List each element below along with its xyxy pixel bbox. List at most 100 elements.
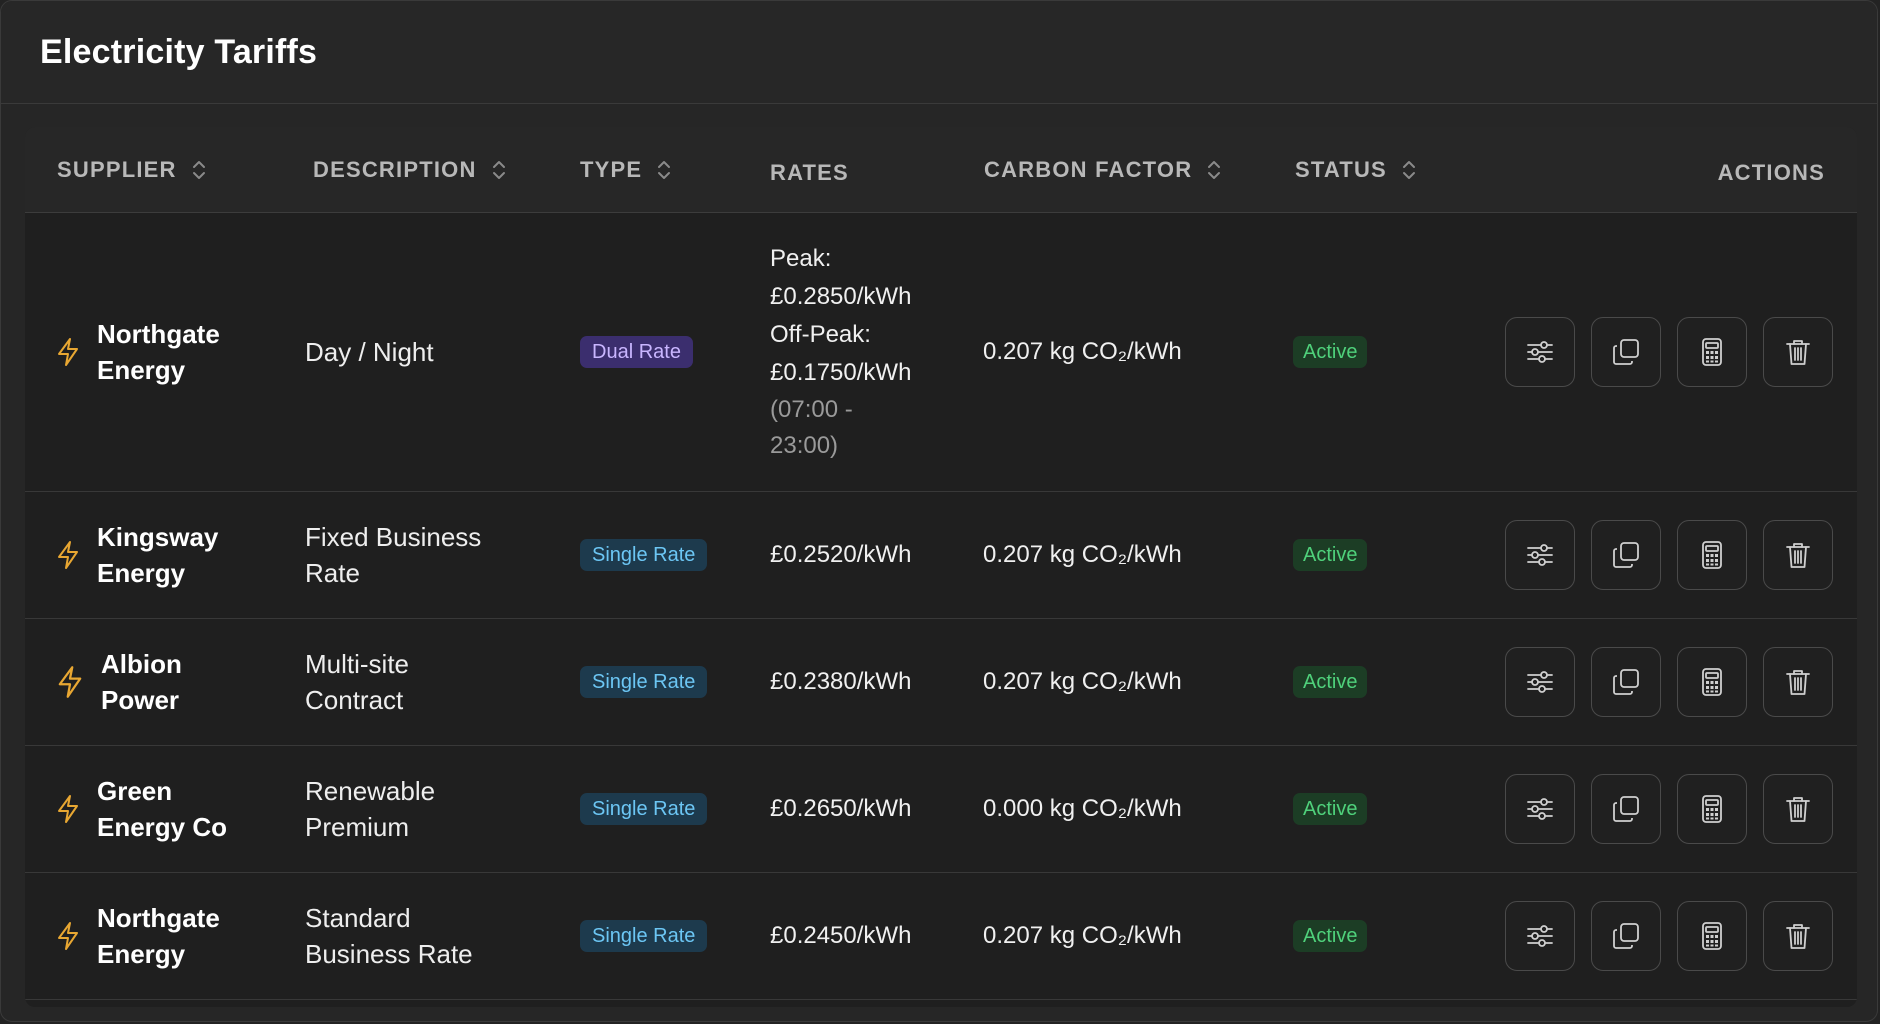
delete-button[interactable] — [1763, 317, 1833, 387]
sort-icon[interactable] — [1206, 158, 1222, 182]
calculator-icon — [1702, 795, 1722, 823]
status-badge: Active — [1293, 666, 1368, 698]
calculate-button[interactable] — [1677, 647, 1747, 717]
adjust-button[interactable] — [1505, 647, 1575, 717]
table-row: Northgate Energy Day / Night Dual Rate P… — [25, 213, 1857, 492]
duplicate-button[interactable] — [1591, 647, 1661, 717]
status-badge: Active — [1293, 793, 1368, 825]
supplier-name: Northgate Energy — [97, 319, 220, 385]
sort-icon[interactable] — [191, 158, 207, 182]
duplicate-button[interactable] — [1591, 317, 1661, 387]
supplier-cell: Northgate Energy — [55, 873, 220, 999]
column-label: STATUS — [1295, 156, 1387, 182]
page-title: Electricity Tariffs — [40, 32, 318, 71]
supplier-name: Kingsway Energy — [97, 522, 219, 588]
type-badge: Single Rate — [580, 666, 708, 698]
adjust-button[interactable] — [1505, 317, 1575, 387]
status-cell: Active — [1293, 746, 1368, 872]
status-cell: Active — [1293, 619, 1368, 745]
tariffs-panel: Electricity Tariffs SUPPLIER DESCRIPTION… — [0, 0, 1878, 1022]
row-actions — [1505, 619, 1833, 745]
sliders-icon — [1527, 341, 1553, 363]
status-cell: Active — [1293, 873, 1368, 999]
column-label: CARBON FACTOR — [984, 156, 1193, 182]
type-badge: Single Rate — [580, 539, 708, 571]
column-header-status[interactable]: STATUS — [1295, 127, 1417, 212]
sliders-icon — [1527, 798, 1553, 820]
type-cell: Single Rate — [580, 492, 708, 618]
description-text: Multi-site — [305, 649, 410, 679]
calculator-icon — [1702, 922, 1722, 950]
delete-button[interactable] — [1763, 647, 1833, 717]
duplicate-button[interactable] — [1591, 520, 1661, 590]
unit-rate: £0.2380/kWh — [770, 668, 912, 695]
copy-icon — [1613, 339, 1639, 365]
rates-cell: £0.2380/kWh — [770, 619, 911, 745]
adjust-button[interactable] — [1505, 520, 1575, 590]
peak-rate: £0.2850/kWh — [770, 283, 912, 310]
carbon-factor: 0.207 kg CO₂/kWh — [983, 541, 1182, 568]
table-row: Albion Power Multi-site Contract Single … — [25, 619, 1857, 746]
column-header-actions: ACTIONS — [1718, 130, 1825, 215]
rates-cell: £0.2450/kWh — [770, 873, 911, 999]
carbon-factor: 0.207 kg CO₂/kWh — [983, 668, 1182, 695]
duplicate-button[interactable] — [1591, 774, 1661, 844]
sort-icon[interactable] — [656, 158, 672, 182]
peak-hours: (07:00 - — [770, 396, 853, 423]
column-label: SUPPLIER — [57, 156, 177, 182]
supplier-cell: Green Energy Co — [55, 746, 227, 872]
sliders-icon — [1527, 671, 1553, 693]
panel-header: Electricity Tariffs — [1, 1, 1877, 104]
status-badge: Active — [1293, 336, 1368, 368]
trash-icon — [1786, 670, 1810, 695]
adjust-button[interactable] — [1505, 774, 1575, 844]
copy-icon — [1613, 796, 1639, 822]
delete-button[interactable] — [1763, 901, 1833, 971]
calculate-button[interactable] — [1677, 774, 1747, 844]
calculate-button[interactable] — [1677, 520, 1747, 590]
column-header-carbon-factor[interactable]: CARBON FACTOR — [984, 127, 1222, 212]
calculate-button[interactable] — [1677, 317, 1747, 387]
table-row: Northgate Energy Standard Business Rate … — [25, 873, 1857, 1000]
column-header-description[interactable]: DESCRIPTION — [313, 127, 507, 212]
column-label: TYPE — [580, 156, 643, 182]
delete-button[interactable] — [1763, 774, 1833, 844]
type-cell: Single Rate — [580, 873, 708, 999]
type-badge: Single Rate — [580, 920, 708, 952]
carbon-cell: 0.207 kg CO₂/kWh — [983, 619, 1182, 745]
peak-hours-end: 23:00) — [770, 432, 839, 459]
column-header-supplier[interactable]: SUPPLIER — [57, 127, 207, 212]
calculate-button[interactable] — [1677, 901, 1747, 971]
description-cell: Day / Night — [305, 213, 434, 491]
calculator-icon — [1702, 541, 1722, 569]
description-cell: Multi-site Contract — [305, 619, 409, 745]
unit-rate: £0.2650/kWh — [770, 795, 912, 822]
type-badge: Dual Rate — [580, 336, 693, 368]
adjust-button[interactable] — [1505, 901, 1575, 971]
sort-icon[interactable] — [1401, 158, 1417, 182]
description-text: Premium — [305, 812, 410, 842]
column-label: ACTIONS — [1717, 159, 1825, 185]
lightning-icon — [58, 922, 78, 950]
column-label: RATES — [770, 159, 849, 185]
description-cell: Standard Business Rate — [305, 873, 473, 999]
peak-label: Peak: — [770, 245, 832, 272]
description-text: Standard — [305, 903, 411, 933]
type-cell: Single Rate — [580, 746, 708, 872]
supplier-name: Green Energy Co — [97, 776, 228, 842]
description-text: Renewable — [305, 776, 436, 806]
description-text: Day / Night — [305, 337, 434, 367]
sort-icon[interactable] — [491, 158, 507, 182]
row-actions — [1505, 873, 1833, 999]
carbon-cell: 0.000 kg CO₂/kWh — [983, 746, 1182, 872]
tariffs-table: SUPPLIER DESCRIPTION TYPE RATES CARBON F… — [25, 127, 1857, 1007]
delete-button[interactable] — [1763, 520, 1833, 590]
carbon-factor: 0.207 kg CO₂/kWh — [983, 922, 1182, 949]
description-text: Business Rate — [305, 939, 473, 969]
column-header-type[interactable]: TYPE — [580, 127, 672, 212]
duplicate-button[interactable] — [1591, 901, 1661, 971]
copy-icon — [1613, 923, 1639, 949]
lightning-icon — [58, 541, 78, 569]
trash-icon — [1786, 924, 1810, 949]
description-cell: Fixed Business Rate — [305, 492, 481, 618]
